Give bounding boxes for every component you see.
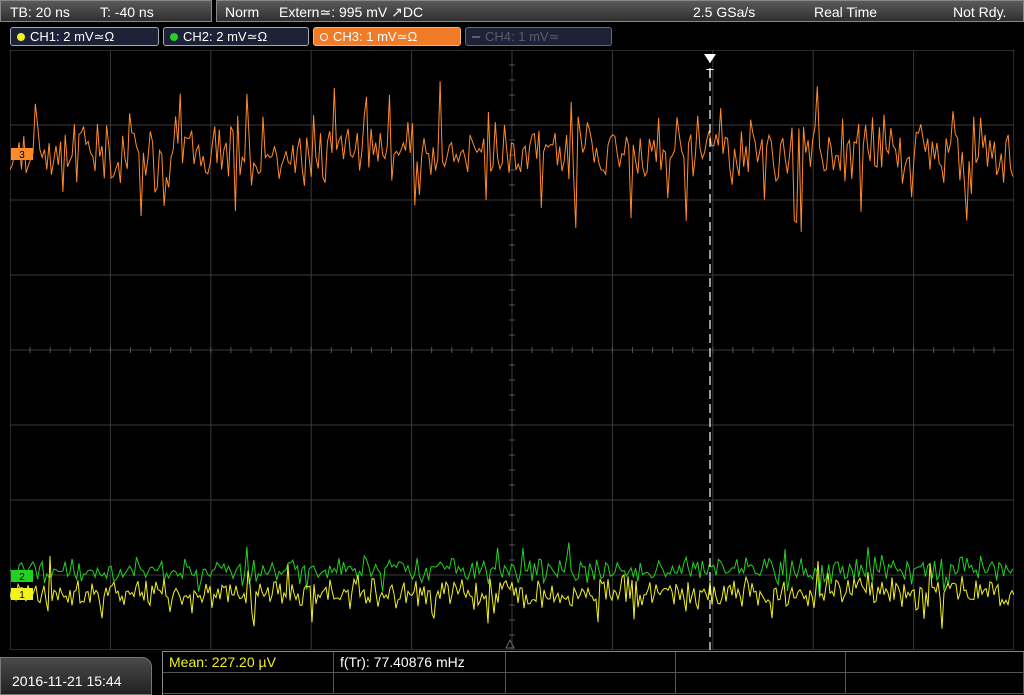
status-bar: TB: 20 ns T: -40 ns Norm Extern≃: 995 mV… [0, 0, 1024, 24]
measurement-mean[interactable]: Mean: 227.20 µV [163, 652, 334, 673]
channel-tab-ch3[interactable]: CH3: 1 mV≃Ω [313, 27, 461, 46]
ch3-level-marker[interactable]: 3 [11, 148, 33, 161]
measurement-bar[interactable]: Mean: 227.20 µV f(Tr): 77.40876 mHz [162, 651, 1024, 695]
measurement-slot-7[interactable] [334, 673, 506, 694]
datetime-panel: 2016-11-21 15:44 [0, 657, 152, 695]
ch4-label: CH4: 1 mV≃ [485, 29, 560, 44]
ch1-marker-label: 1 [19, 590, 25, 601]
measurement-slot-5[interactable] [846, 652, 1024, 673]
measurement-slot-8[interactable] [506, 673, 676, 694]
measurement-frequency[interactable]: f(Tr): 77.40876 mHz [334, 652, 506, 673]
trigger-time-value: T: -40 ns [100, 4, 154, 20]
ch2-indicator-icon [170, 33, 178, 41]
sample-rate: 2.5 GSa/s [693, 4, 756, 20]
trigger-source: Extern≃: 995 mV ↗DC [279, 4, 424, 20]
acq-type: Real Time [814, 4, 878, 20]
timebase-value: TB: 20 ns [10, 4, 70, 20]
ch1-indicator-icon [17, 33, 25, 41]
ch4-indicator-icon [472, 36, 480, 38]
trigger-marker-label: T [706, 66, 714, 81]
ch3-label: CH3: 1 mV≃Ω [333, 29, 418, 44]
channel-tab-ch2[interactable]: CH2: 2 mV≃Ω [163, 27, 309, 46]
channel-tab-ch1[interactable]: CH1: 2 mV≃Ω [10, 27, 159, 46]
acq-mode: Norm [225, 4, 260, 20]
timebase-panel[interactable]: TB: 20 ns T: -40 ns [0, 0, 212, 22]
datetime: 2016-11-21 15:44 [12, 673, 122, 689]
ch2-level-marker[interactable]: 2 [11, 570, 33, 583]
ch2-label: CH2: 2 mV≃Ω [183, 29, 268, 44]
ch1-level-marker[interactable]: 1 [11, 588, 33, 601]
waveform-display[interactable]: T 3 2 1 [10, 50, 1014, 650]
measurement-slot-9[interactable] [676, 673, 846, 694]
trigger-panel[interactable]: Norm Extern≃: 995 mV ↗DC 2.5 GSa/s Real … [216, 0, 1024, 22]
channel-tab-ch4[interactable]: CH4: 1 mV≃ [465, 27, 612, 46]
measurement-slot-3[interactable] [506, 652, 676, 673]
ch2-marker-label: 2 [19, 572, 25, 583]
measurement-slot-6[interactable] [163, 673, 334, 694]
ch3-marker-label: 3 [19, 150, 25, 161]
ch1-label: CH1: 2 mV≃Ω [30, 29, 115, 44]
measurement-slot-4[interactable] [676, 652, 846, 673]
trigger-status: Not Rdy. [953, 4, 1007, 20]
ch3-indicator-icon [320, 33, 328, 41]
measurement-slot-10[interactable] [846, 673, 1024, 694]
